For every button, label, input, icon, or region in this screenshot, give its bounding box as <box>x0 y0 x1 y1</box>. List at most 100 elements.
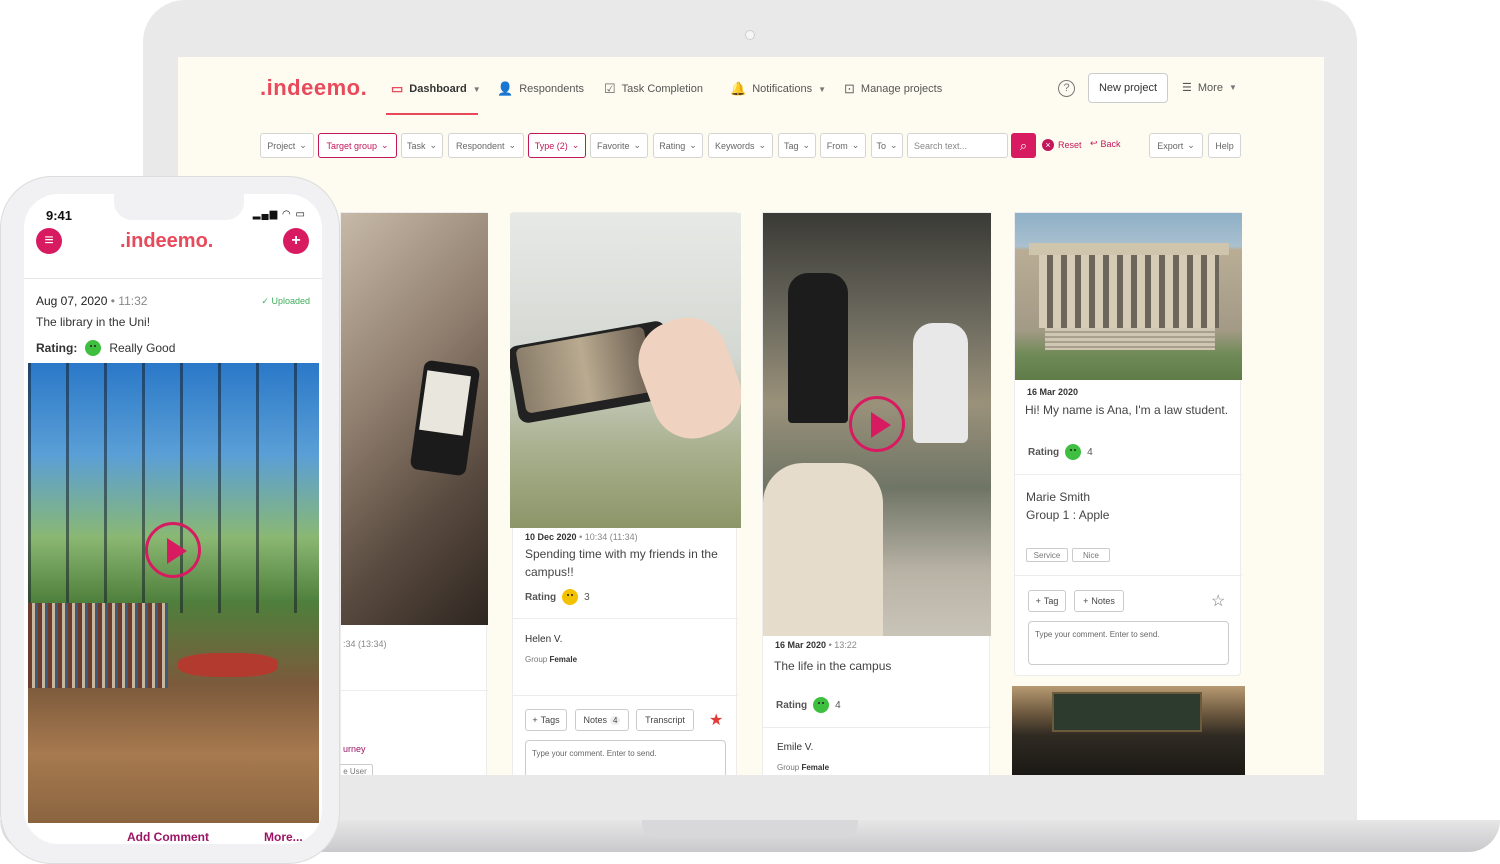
phone-header: ≡ .indeemo. + <box>24 226 322 260</box>
happy-face-icon <box>85 340 102 356</box>
person-black-shirt-image <box>788 273 848 423</box>
nav-respondents[interactable]: 👤 Respondents <box>497 81 584 97</box>
chevron-down-icon: ⌄ <box>381 140 389 150</box>
menu-button[interactable]: ≡ <box>36 228 62 254</box>
card-time: :34 (13:34) <box>343 639 387 649</box>
play-video-icon[interactable] <box>849 396 905 452</box>
add-button[interactable]: + <box>283 228 309 254</box>
add-tags-button[interactable]: + Tags <box>525 709 567 731</box>
tag-chip[interactable]: Nice <box>1072 548 1110 562</box>
help-icon[interactable]: ? <box>1058 80 1075 97</box>
add-tag-button[interactable]: + Tag <box>1028 590 1066 612</box>
plus-icon: + <box>1083 596 1089 606</box>
filter-project[interactable]: Project ⌄ <box>260 133 314 158</box>
upload-status-label: Uploaded <box>271 296 310 306</box>
divider <box>513 618 738 619</box>
back-button[interactable]: ↩ Back <box>1090 138 1121 149</box>
filter-label: From <box>826 140 848 151</box>
group-value: Female <box>549 655 578 664</box>
filter-target-group[interactable]: Target group ⌄ <box>318 133 397 158</box>
search-button[interactable]: ⌕ <box>1011 133 1036 158</box>
photo-lecture-hall[interactable] <box>1012 686 1245 775</box>
reset-button[interactable]: × Reset <box>1042 139 1082 151</box>
back-arrow-icon: ↩ <box>1090 138 1098 148</box>
divider <box>1015 575 1242 576</box>
divider <box>341 690 488 691</box>
more-link[interactable]: More... <box>264 830 303 844</box>
filter-label: Tag <box>783 140 799 151</box>
card-rating: Rating 3 <box>525 589 590 605</box>
camera-icon <box>745 30 755 40</box>
star-filled-icon[interactable]: ★ <box>709 710 723 730</box>
brand-logo[interactable]: .indeemo. <box>260 75 367 101</box>
filter-task[interactable]: Task ⌄ <box>401 133 443 158</box>
search-input[interactable]: Search text... <box>907 133 1008 158</box>
media-card[interactable]: :34 (13:34) urney e User <box>337 212 488 775</box>
journey-link[interactable]: urney <box>343 744 366 754</box>
active-tab-indicator <box>386 113 478 115</box>
group-value: Female <box>801 763 830 772</box>
photo-library[interactable] <box>28 363 319 823</box>
respondent-name[interactable]: Helen V. <box>525 634 562 645</box>
filter-respondent[interactable]: Respondent ⌄ <box>448 133 524 158</box>
nav-dashboard[interactable]: ▭ Dashboard ▼ <box>391 81 481 97</box>
chevron-down-icon: ⌄ <box>633 140 642 150</box>
filter-rating[interactable]: Rating ⌄ <box>653 133 703 158</box>
chevron-down-icon: ⌄ <box>802 140 811 150</box>
plus-icon: + <box>291 232 301 249</box>
media-card[interactable]: 10 Dec 2020 • 10:34 (11:34) Spending tim… <box>510 212 741 775</box>
nav-manage-projects[interactable]: ⊡ Manage projects <box>844 81 942 97</box>
caret-down-icon: ▼ <box>818 84 827 94</box>
user-icon: 👤 <box>497 81 514 96</box>
filter-label: Target group <box>326 140 377 151</box>
tables-chairs-image <box>178 653 278 677</box>
respondent-name[interactable]: Emile V. <box>777 742 813 753</box>
filter-to[interactable]: To ⌄ <box>871 133 903 158</box>
back-label: Back <box>1100 138 1121 149</box>
notes-label: Notes <box>1091 596 1115 606</box>
filter-type[interactable]: Type (2) ⌄ <box>528 133 586 158</box>
filter-from[interactable]: From ⌄ <box>820 133 866 158</box>
bookshelves-image <box>28 603 168 688</box>
filter-favorite[interactable]: Favorite ⌄ <box>590 133 648 158</box>
bell-icon: 🔔 <box>730 81 747 96</box>
date-text: 10 Dec 2020 <box>525 532 577 542</box>
check-circle-icon: ✓ <box>261 296 269 306</box>
nav-task-completion[interactable]: ☑ Task Completion <box>604 81 703 97</box>
respondent-name[interactable]: Marie Smith <box>1026 490 1090 504</box>
nav-notifications[interactable]: 🔔 Notifications ▼ <box>730 81 826 97</box>
calendar-icon: ▭ <box>391 81 404 96</box>
media-card[interactable]: 16 Mar 2020 • 13:22 The life in the camp… <box>762 212 991 775</box>
more-menu[interactable]: ☰ More ▼ <box>1182 81 1237 95</box>
media-card[interactable]: 16 Mar 2020 Hi! My name is Ana, I'm a la… <box>1014 212 1242 676</box>
phone-screen: 9:41 ▂▄▆ ◠ ▭ ≡ .indeemo. + Aug 07, 2020 … <box>24 194 322 844</box>
help-button[interactable]: Help <box>1208 133 1241 158</box>
add-notes-button[interactable]: + Notes <box>1074 590 1124 612</box>
search-icon: ⌕ <box>1019 138 1028 153</box>
person-jacket-image <box>763 463 883 636</box>
filter-keywords[interactable]: Keywords ⌄ <box>708 133 773 158</box>
top-nav: .indeemo. ▭ Dashboard ▼ 👤 Respondents ☑ … <box>178 57 1324 119</box>
date-text: 16 Mar 2020 <box>775 640 827 650</box>
star-outline-icon[interactable]: ☆ <box>1211 591 1225 611</box>
chevron-down-icon: ⌄ <box>851 140 860 150</box>
nav-task-completion-label: Task Completion <box>621 83 703 95</box>
notes-button[interactable]: Notes 4 <box>575 709 629 731</box>
tag-chip[interactable]: Service <box>1026 548 1068 562</box>
comment-input[interactable]: Type your comment. Enter to send. <box>1028 621 1229 665</box>
group-label: Group <box>525 655 548 664</box>
play-video-icon[interactable] <box>145 522 201 578</box>
card-caption: Hi! My name is Ana, I'm a law student. <box>1025 403 1229 417</box>
tag-chip: e User <box>337 764 373 775</box>
export-dropdown[interactable]: Export ⌄ <box>1149 133 1203 158</box>
filter-label: Rating <box>659 140 686 151</box>
comment-input[interactable]: Type your comment. Enter to send. <box>525 740 726 775</box>
rating-value: 4 <box>835 699 841 711</box>
new-project-button[interactable]: New project <box>1088 73 1168 103</box>
filter-tag[interactable]: Tag ⌄ <box>778 133 816 158</box>
rating-label: Rating <box>525 591 557 603</box>
add-comment-link[interactable]: Add Comment <box>127 830 209 844</box>
divider <box>513 695 738 696</box>
transcript-button[interactable]: Transcript <box>636 709 694 731</box>
hamburger-icon: ≡ <box>44 232 54 249</box>
